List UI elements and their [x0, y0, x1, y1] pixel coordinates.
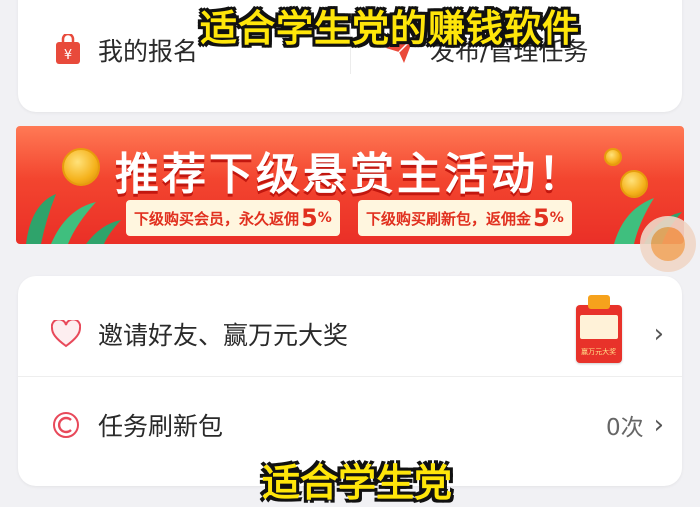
- gift-icon: [587, 295, 610, 309]
- promo-refresh-value: 5: [533, 204, 550, 232]
- chevron-right-icon: ›: [653, 319, 664, 349]
- red-envelope-thumbnail: 赢万元大奖: [575, 295, 622, 363]
- promo-member-value: 5: [301, 204, 318, 232]
- heart-icon: [48, 316, 84, 352]
- leaf-decoration-icon: [26, 194, 121, 244]
- task-refresh-pack-label: 任务刷新包: [98, 412, 224, 441]
- overlay-caption-bottom: 适合学生党: [262, 461, 453, 505]
- promo-member-text: 下级购买会员，永久返佣: [134, 209, 300, 228]
- floating-action-button[interactable]: [640, 216, 696, 272]
- floating-button-icon: [651, 227, 685, 261]
- overlay-caption-top: 适合学生党的赚钱软件: [200, 7, 580, 50]
- promo-refresh-text: 下级购买刷新包，返佣金: [366, 209, 532, 228]
- svg-text:¥: ¥: [64, 48, 72, 63]
- my-signups-button[interactable]: ¥ 我的报名: [50, 24, 198, 76]
- invite-friends-label: 邀请好友、赢万元大奖: [98, 321, 349, 350]
- promo-refresh-rebate: 下级购买刷新包，返佣金 5 %: [358, 200, 572, 236]
- thumbnail-label: 赢万元大奖: [581, 348, 617, 356]
- refresh-c-icon: [48, 407, 84, 443]
- promo-refresh-unit: %: [549, 210, 564, 226]
- bag-yen-icon: ¥: [50, 32, 86, 68]
- invite-friends-row[interactable]: 邀请好友、赢万元大奖 赢万元大奖 ›: [18, 286, 682, 382]
- my-signups-label: 我的报名: [98, 37, 199, 66]
- chevron-right-icon: ›: [653, 410, 664, 440]
- promo-member-unit: %: [317, 210, 332, 226]
- refresh-count: 0次: [605, 415, 644, 441]
- promo-member-rebate: 下级购买会员，永久返佣 5 %: [126, 200, 340, 236]
- promo-banner[interactable]: 推荐下级悬赏主活动！ 下级购买会员，永久返佣 5 % 下级购买刷新包，返佣金 5…: [16, 126, 684, 244]
